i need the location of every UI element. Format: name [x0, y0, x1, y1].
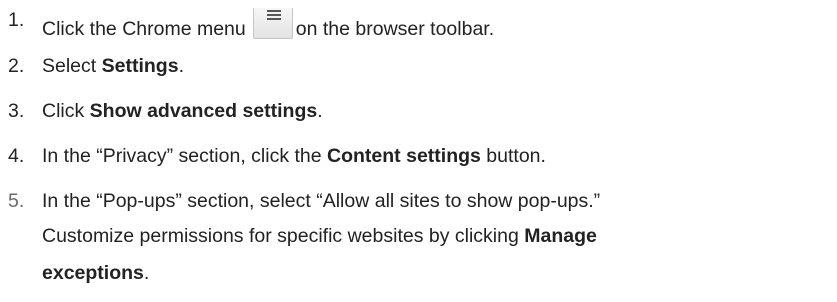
step-text: In the “Privacy” section, click the Cont… [42, 144, 546, 169]
step-number: 2. [8, 55, 25, 77]
instruction-steps: 1. Click the Chrome menu on the browser t… [0, 0, 837, 302]
step-text: exceptions. [42, 261, 149, 286]
step-number: 5. [8, 190, 25, 212]
step-number: 3. [8, 100, 25, 122]
step-text: Click Show advanced settings. [42, 99, 323, 124]
step-number: 1. [8, 9, 25, 31]
step-bold-term: Settings [101, 55, 179, 77]
step-text: Click the Chrome menu on the browser tool… [42, 8, 494, 42]
step-text-line2: Customize permissions for specific websi… [42, 225, 525, 247]
step-text-after: button. [480, 145, 546, 167]
step-text-after: . [143, 262, 150, 284]
step-bold-term: Show advanced settings [89, 100, 318, 122]
step-text-after: . [178, 55, 184, 77]
step-text-before: Select [42, 55, 102, 77]
step-bold-term: exceptions [42, 262, 144, 284]
step-text-before: Click [42, 100, 90, 122]
step-bold-term: Manage [524, 225, 597, 247]
step-bold-term: Content settings [327, 145, 481, 167]
chrome-menu-icon [252, 8, 293, 39]
step-text-before: Click the Chrome menu [42, 18, 246, 40]
step-text-before: In the “Privacy” section, click the [42, 145, 328, 167]
step-text: Customize permissions for specific websi… [42, 224, 597, 249]
step-text: In the “Pop-ups” section, select “Allow … [42, 190, 601, 212]
step-text-after: on the browser toolbar. [295, 18, 495, 40]
step-text: Select Settings. [42, 54, 184, 79]
step-number: 4. [8, 145, 25, 167]
step-text-after: . [317, 100, 323, 122]
